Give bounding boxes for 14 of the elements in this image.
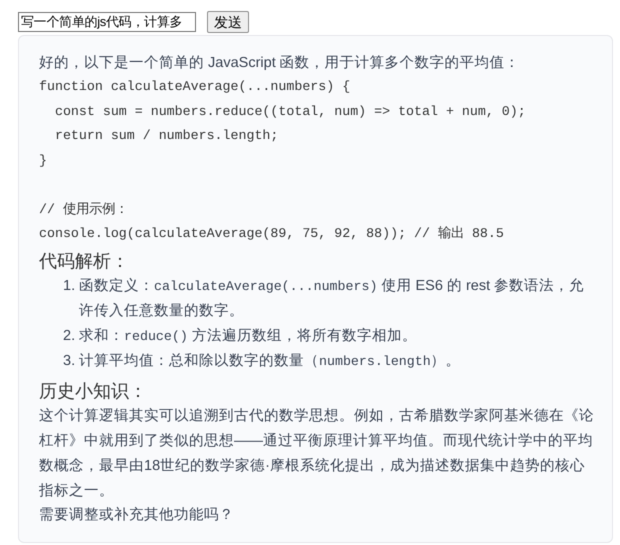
list-number: 2.: [63, 326, 76, 346]
send-button[interactable]: 发送: [207, 11, 249, 33]
paragraph-text: 这个计算逻辑其实可以追溯到古代的数学思想。例如，古希腊数学家阿基米德在《论杠杆》中就用到了类似的思想——通过平衡原理计算平均值。而现代统计学中的平均数概念，最早由18世纪的数学家德·摩根系统化提出，成为描述数据集中趋势的核心指标之一。: [39, 406, 595, 500]
list-item-text: 计算平均值：总和除以数字的数量（numbers.length）。: [79, 352, 461, 371]
section-heading: 历史小知识：: [39, 380, 148, 402]
list-number: 1.: [63, 276, 76, 296]
intro-text: 好的，以下是一个简单的 JavaScript 函数，用于计算多个数字的平均值：: [39, 54, 521, 73]
list-number: 3.: [63, 352, 76, 371]
list-item-text: 函数定义：calculateAverage(...numbers) 使用 ES6 的 rest 参数语法，允许传入任意数量的数字。: [79, 276, 586, 321]
list-item-text: 求和：reduce() 方法遍历数组，将所有数字相加。: [79, 326, 417, 346]
message-input[interactable]: 写一个简单的js代码，计算多: [18, 12, 196, 32]
code-text: function calculateAverage(...numbers) { const sum = numbers.reduce((total, num) => total + num, 0); return sum / numbers.length; } // 使用示例： console.log(calculateAverage(89, 75, 92, 88)); // 输出 88.5: [39, 78, 527, 243]
closing-question: 需要调整或补充其他功能吗？: [39, 506, 235, 524]
section-heading: 代码解析：: [39, 250, 130, 272]
